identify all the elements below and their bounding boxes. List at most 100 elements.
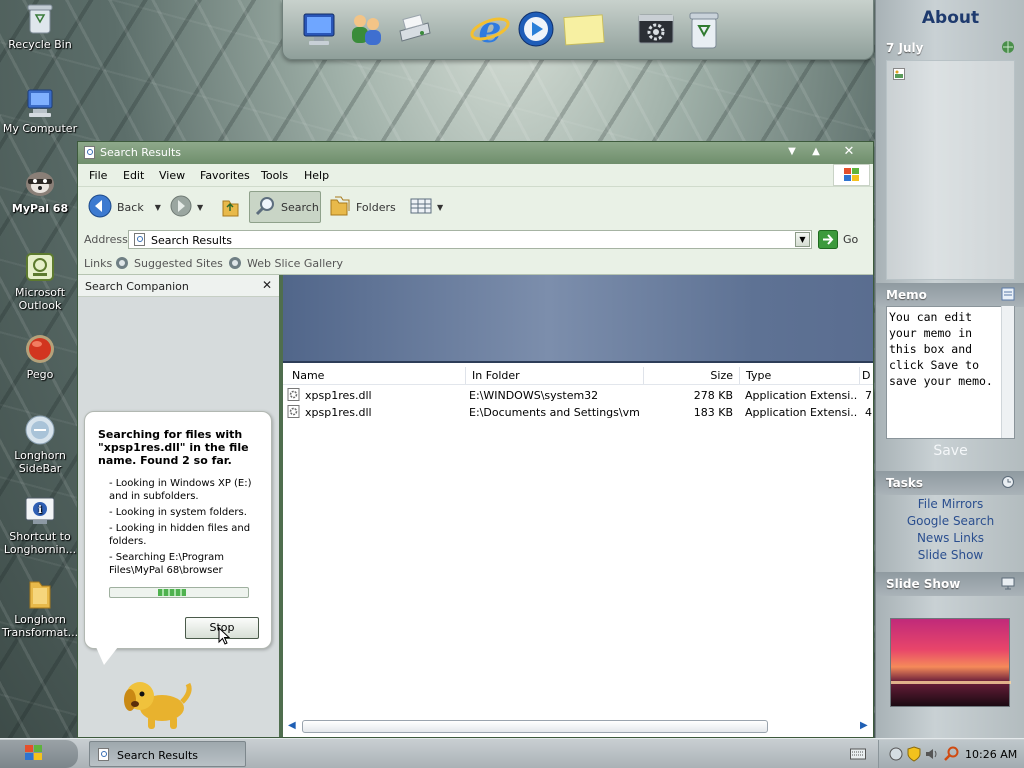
red-orb-icon bbox=[23, 332, 57, 366]
menu-edit[interactable]: Edit bbox=[123, 169, 144, 182]
scrollbar-thumb[interactable] bbox=[302, 720, 768, 733]
task-link-slide-show[interactable]: Slide Show bbox=[876, 547, 1024, 564]
back-button[interactable]: Back ▼ bbox=[84, 191, 165, 223]
address-input[interactable]: Search Results ▼ bbox=[128, 230, 812, 249]
search-tray-icon[interactable] bbox=[943, 746, 959, 765]
search-step: - Looking in Windows XP (E:) and in subf… bbox=[109, 478, 252, 502]
desktop-icon-pego[interactable]: Pego bbox=[0, 332, 80, 381]
my-computer-icon bbox=[23, 86, 57, 120]
column-header-size[interactable]: Size bbox=[644, 367, 740, 384]
menu-tools[interactable]: Tools bbox=[261, 169, 288, 182]
column-header-in-folder[interactable]: In Folder bbox=[466, 367, 644, 384]
security-shield-icon[interactable] bbox=[907, 746, 921, 765]
menu-help[interactable]: Help bbox=[304, 169, 329, 182]
menu-view[interactable]: View bbox=[159, 169, 185, 182]
results-column-headers: Name In Folder Size Type D bbox=[283, 367, 873, 385]
up-folder-button[interactable] bbox=[216, 191, 244, 223]
horizontal-scrollbar[interactable]: ◀ ▶ bbox=[283, 718, 873, 735]
keyboard-icon[interactable] bbox=[850, 747, 866, 764]
table-row[interactable]: xpsp1res.dll E:\WINDOWS\system32 278 KB … bbox=[283, 386, 873, 403]
table-row[interactable]: xpsp1res.dll E:\Documents and Settings\v… bbox=[283, 403, 873, 420]
up-folder-icon bbox=[220, 195, 240, 220]
recycle-bin-icon[interactable] bbox=[683, 7, 725, 51]
info-icon: i bbox=[23, 494, 57, 528]
address-value: Search Results bbox=[151, 234, 233, 247]
sidebar-icon bbox=[23, 413, 57, 447]
search-magnifier-icon bbox=[254, 195, 276, 220]
sidebar: About 7 July Memo You can edit your memo… bbox=[875, 0, 1024, 738]
scroll-right-icon[interactable]: ▶ bbox=[860, 720, 868, 731]
slideshow-icon[interactable] bbox=[1001, 576, 1015, 593]
dll-file-icon bbox=[287, 405, 300, 421]
menu-favorites[interactable]: Favorites bbox=[200, 169, 250, 182]
desktop-icon-mypal[interactable]: MyPal 68 bbox=[0, 166, 80, 215]
back-dropdown-icon[interactable]: ▼ bbox=[155, 203, 161, 212]
file-date: 7 bbox=[865, 389, 872, 402]
taskbar-task-search-results[interactable]: Search Results bbox=[89, 741, 246, 767]
memo-save-button[interactable]: Save bbox=[876, 443, 1024, 459]
companion-close-icon[interactable]: ✕ bbox=[262, 278, 272, 292]
maximize-button[interactable]: ▲ bbox=[805, 144, 827, 159]
task-link-file-mirrors[interactable]: File Mirrors bbox=[876, 496, 1024, 513]
desktop-icon-longhorn-sidebar[interactable]: Longhorn SideBar bbox=[0, 413, 80, 475]
task-link-google-search[interactable]: Google Search bbox=[876, 513, 1024, 530]
search-step: - Searching E:\Program Files\MyPal 68\br… bbox=[109, 552, 225, 576]
windows-flag-icon bbox=[833, 164, 870, 186]
forward-button[interactable]: ▼ bbox=[166, 191, 207, 223]
sidebar-date: 7 July bbox=[886, 41, 924, 55]
memo-icon[interactable] bbox=[1001, 287, 1015, 304]
users-icon[interactable] bbox=[345, 7, 387, 51]
column-header-type[interactable]: Type bbox=[740, 367, 860, 384]
desktop-icon-recycle-bin[interactable]: Recycle Bin bbox=[0, 2, 80, 51]
folder-icon bbox=[23, 577, 57, 611]
raccoon-icon bbox=[23, 166, 57, 200]
scanner-icon[interactable] bbox=[393, 7, 435, 51]
sidebar-about-title[interactable]: About bbox=[876, 8, 1024, 28]
desktop-icon-outlook[interactable]: Microsoft Outlook bbox=[0, 250, 80, 312]
link-web-slice-gallery[interactable]: Web Slice Gallery bbox=[247, 257, 343, 270]
media-player-icon[interactable] bbox=[515, 7, 557, 51]
go-button[interactable]: Go bbox=[843, 233, 858, 246]
control-panel-icon[interactable] bbox=[635, 7, 677, 51]
go-arrow-icon[interactable] bbox=[818, 230, 838, 252]
tasks-icon[interactable] bbox=[1001, 475, 1015, 492]
slideshow-sunset-image[interactable] bbox=[890, 618, 1011, 707]
desktop-icon-shortcut-longhornin[interactable]: i Shortcut to Longhornin... bbox=[0, 494, 80, 556]
monitor-icon[interactable] bbox=[299, 7, 341, 51]
address-dropdown-icon[interactable]: ▼ bbox=[795, 232, 810, 247]
column-header-date[interactable]: D bbox=[860, 367, 873, 384]
globe-icon[interactable] bbox=[1001, 40, 1015, 57]
column-header-name[interactable]: Name bbox=[286, 367, 466, 384]
memo-textarea[interactable]: You can edit your memo in this box and c… bbox=[886, 306, 1015, 439]
folders-button[interactable]: Folders bbox=[325, 191, 400, 223]
menu-file[interactable]: File bbox=[89, 169, 107, 182]
svg-text:i: i bbox=[38, 505, 42, 516]
desktop-icon-longhorn-transformat[interactable]: Longhorn Transformat... bbox=[0, 577, 80, 639]
desktop-icon-my-computer[interactable]: My Computer bbox=[0, 86, 80, 135]
search-status-balloon: Searching for files with "xpsp1res.dll" … bbox=[84, 411, 272, 649]
taskbar-search-icon bbox=[98, 748, 110, 764]
minimize-button[interactable]: ▼ bbox=[781, 144, 803, 159]
search-button[interactable]: Search bbox=[249, 191, 321, 223]
address-search-icon bbox=[134, 233, 146, 249]
clock[interactable]: 10:26 AM bbox=[965, 748, 1017, 761]
search-dog-icon[interactable] bbox=[118, 670, 194, 735]
network-tray-icon[interactable] bbox=[889, 747, 903, 764]
forward-arrow-icon bbox=[170, 195, 192, 220]
menu-bar: File Edit View Favorites Tools Help bbox=[78, 164, 873, 186]
scroll-left-icon[interactable]: ◀ bbox=[288, 720, 296, 731]
address-label: Address bbox=[84, 233, 128, 246]
ie-icon[interactable]: e bbox=[469, 7, 511, 51]
memo-scrollbar[interactable] bbox=[1001, 306, 1014, 438]
volume-tray-icon[interactable] bbox=[925, 747, 939, 764]
close-button[interactable]: ✕ bbox=[838, 144, 860, 159]
file-size: 183 KB bbox=[693, 406, 733, 419]
sticky-note-icon[interactable] bbox=[563, 7, 605, 51]
window-titlebar[interactable]: Search Results ▼ ▲ ✕ bbox=[78, 142, 873, 164]
forward-dropdown-icon[interactable]: ▼ bbox=[197, 203, 203, 212]
views-dropdown-icon: ▼ bbox=[437, 202, 444, 212]
link-suggested-sites[interactable]: Suggested Sites bbox=[134, 257, 223, 270]
start-button[interactable] bbox=[0, 740, 78, 768]
views-button[interactable]: ▼ bbox=[406, 191, 447, 223]
task-link-news-links[interactable]: News Links bbox=[876, 530, 1024, 547]
